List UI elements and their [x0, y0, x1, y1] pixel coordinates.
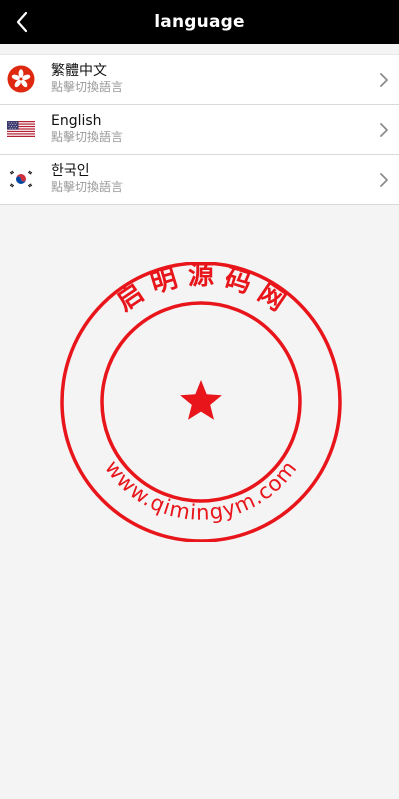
star-icon — [180, 380, 222, 420]
chevron-right-icon — [380, 73, 388, 87]
stamp-bottom-text: www.qimingym.com — [100, 456, 301, 525]
language-name: 한국인 — [51, 163, 90, 179]
chevron-right-icon — [380, 123, 388, 137]
page-title: language — [154, 12, 245, 32]
language-item-traditional-chinese[interactable]: 繁體中文 點擊切換語言 — [0, 55, 399, 105]
top-navigation-bar: language — [0, 0, 399, 44]
language-item-korean[interactable]: 한국인 點擊切換語言 — [0, 155, 399, 205]
us-flag-icon — [7, 115, 35, 143]
language-hint: 點擊切換語言 — [51, 130, 124, 144]
watermark-stamp: 启 明 源 码 网 www.qimingym.com — [60, 262, 342, 542]
svg-text:启 明 源 码 网: 启 明 源 码 网 — [111, 262, 291, 317]
chevron-right-icon — [380, 173, 388, 187]
stamp-top-text: 启 明 源 码 网 — [111, 262, 291, 317]
hong-kong-flag-icon — [7, 65, 35, 93]
language-hint: 點擊切換語言 — [51, 80, 124, 94]
language-name: English — [51, 113, 102, 129]
language-hint: 點擊切換語言 — [51, 180, 124, 194]
svg-text:www.qimingym.com: www.qimingym.com — [100, 456, 302, 525]
language-list: 繁體中文 點擊切換語言 English 點擊切換語言 한국인 點擊切換語言 — [0, 54, 399, 205]
language-name: 繁體中文 — [51, 63, 107, 79]
language-item-english[interactable]: English 點擊切換語言 — [0, 105, 399, 155]
korea-flag-icon — [7, 165, 35, 193]
